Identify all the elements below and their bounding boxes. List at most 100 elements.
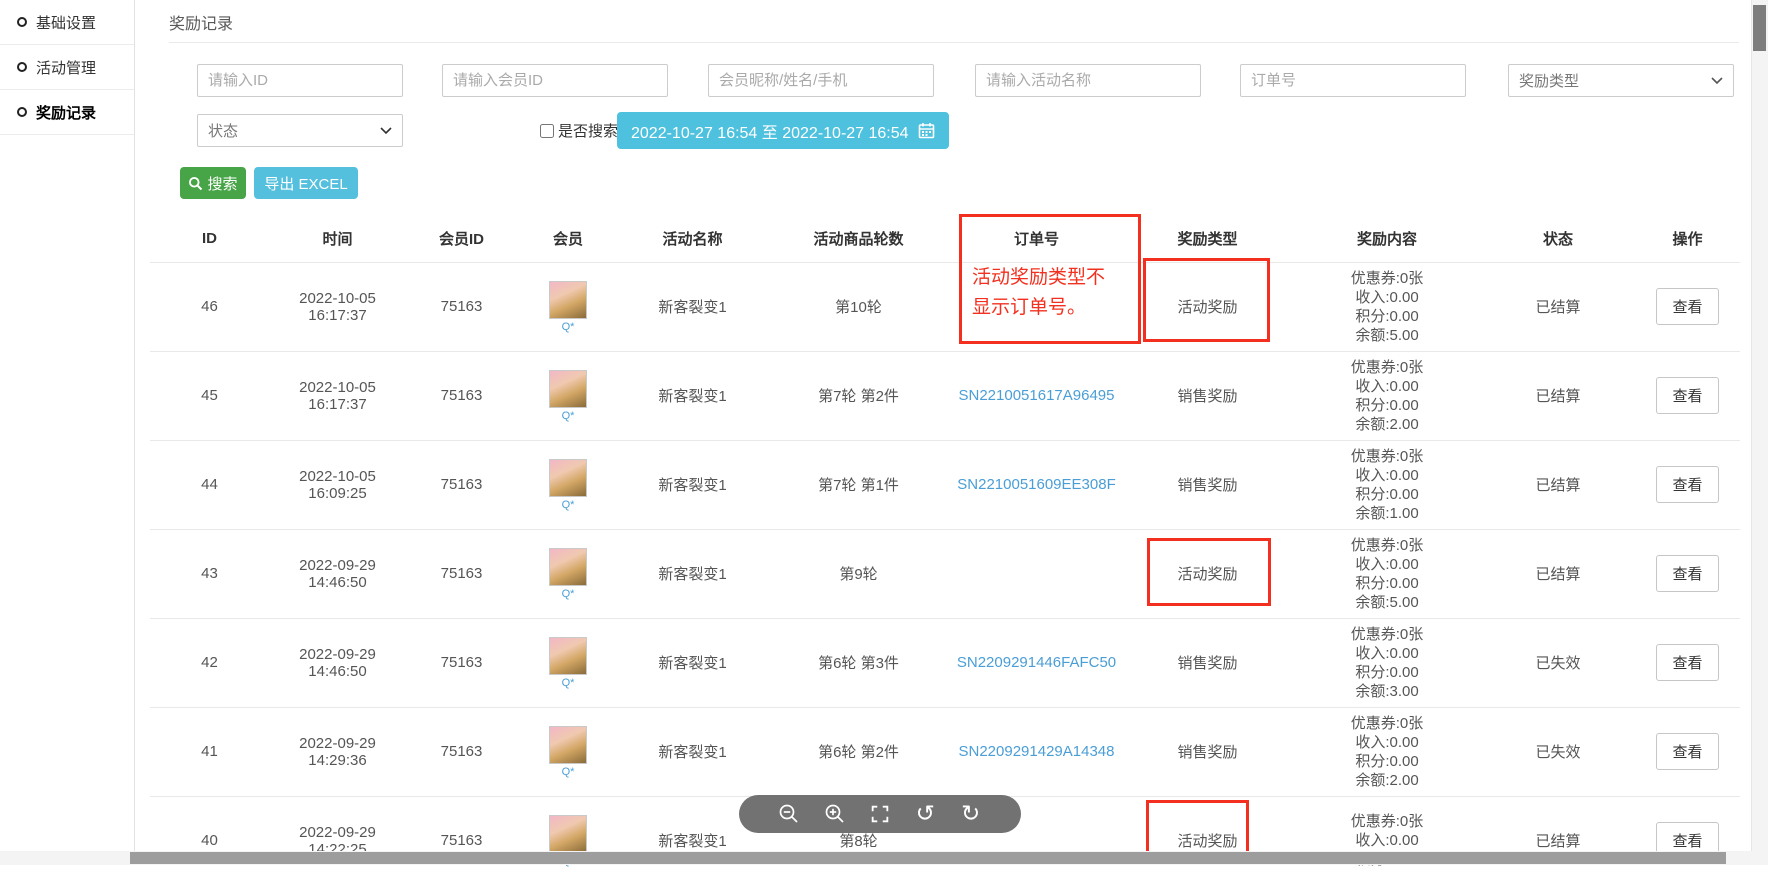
member-avatar[interactable]: [549, 548, 587, 586]
rotate-left-icon[interactable]: ↺: [912, 801, 938, 827]
reward-type-select[interactable]: 奖励类型: [1508, 64, 1734, 97]
cell-status: 已结算: [1481, 440, 1635, 529]
cell-member: Q*: [517, 529, 619, 618]
cell-id: 42: [150, 618, 269, 707]
reward-line: 积分:0.00: [1293, 396, 1481, 415]
export-excel-button[interactable]: 导出 EXCEL: [254, 167, 358, 199]
cell-member-id: 75163: [406, 262, 517, 351]
cell-reward-type: 活动奖励: [1122, 796, 1293, 885]
sidebar-item-label: 活动管理: [36, 57, 96, 78]
column-header: 奖励内容: [1293, 216, 1481, 262]
cell-activity: 新客裂变1: [619, 440, 766, 529]
sidebar-item-reward-records[interactable]: 奖励记录: [0, 90, 134, 135]
order-no-link[interactable]: SN2209291429A14348: [959, 743, 1115, 760]
status-select[interactable]: 状态: [197, 114, 403, 147]
member-avatar[interactable]: [549, 815, 587, 853]
reward-line: 优惠券:0张: [1293, 812, 1481, 831]
sidebar-item-label: 基础设置: [36, 12, 96, 33]
reward-line: 收入:0.00: [1293, 831, 1481, 850]
cell-member-id: 75163: [406, 707, 517, 796]
reward-line: 优惠券:0张: [1293, 625, 1481, 644]
member-nick-link[interactable]: Q*: [562, 588, 575, 600]
cell-round: 第9轮: [766, 529, 951, 618]
cell-status: 已结算: [1481, 262, 1635, 351]
reward-line: 积分:0.00: [1293, 663, 1481, 682]
rotate-right-icon[interactable]: ↻: [958, 801, 984, 827]
vertical-scrollbar[interactable]: [1751, 0, 1768, 865]
cell-member: Q*: [517, 262, 619, 351]
id-input[interactable]: [197, 64, 403, 97]
member-nick-link[interactable]: Q*: [562, 766, 575, 778]
order-no-link[interactable]: SN2210051617A96495: [959, 387, 1115, 404]
table-row: 45 2022-10-05 16:17:37 75163 Q* 新客裂变1 第7…: [150, 351, 1740, 440]
fullscreen-icon[interactable]: [867, 801, 893, 827]
cell-status: 已失效: [1481, 707, 1635, 796]
member-avatar[interactable]: [549, 726, 587, 764]
search-button-label: 搜索: [207, 173, 237, 194]
cell-id: 45: [150, 351, 269, 440]
view-button[interactable]: 查看: [1656, 555, 1718, 592]
cell-action: 查看: [1635, 618, 1740, 707]
cell-activity: 新客裂变1: [619, 529, 766, 618]
records-table: ID 时间 会员ID 会员 活动名称 活动商品轮数 订单号 奖励类型 奖励内容 …: [150, 216, 1740, 885]
horizontal-scrollbar[interactable]: [0, 851, 1768, 865]
horizontal-scrollbar-thumb[interactable]: [130, 852, 1726, 864]
member-name-input[interactable]: [708, 64, 934, 97]
cell-action: 查看: [1635, 351, 1740, 440]
cell-order-no: [951, 529, 1122, 618]
divider: [169, 42, 1739, 43]
order-no-link[interactable]: SN2210051609EE308F: [957, 476, 1115, 493]
zoom-out-icon[interactable]: [776, 801, 802, 827]
member-id-input[interactable]: [442, 64, 668, 97]
activity-name-input[interactable]: [975, 64, 1201, 97]
column-header: 状态: [1481, 216, 1635, 262]
reward-line: 余额:2.00: [1293, 415, 1481, 434]
column-header: 奖励类型: [1122, 216, 1293, 262]
calendar-icon: [918, 122, 935, 139]
reward-line: 收入:0.00: [1293, 644, 1481, 663]
table-row: 42 2022-09-29 14:46:50 75163 Q* 新客裂变1 第6…: [150, 618, 1740, 707]
view-button[interactable]: 查看: [1656, 733, 1718, 770]
reward-line: 优惠券:0张: [1293, 447, 1481, 466]
cell-time: 2022-09-29 14:46:50: [269, 618, 406, 707]
view-button[interactable]: 查看: [1656, 644, 1718, 681]
date-range-button[interactable]: 2022-10-27 16:54 至 2022-10-27 16:54: [617, 112, 949, 149]
reward-line: 余额:2.00: [1293, 771, 1481, 790]
cell-id: 41: [150, 707, 269, 796]
zoom-in-icon[interactable]: [822, 801, 848, 827]
view-button[interactable]: 查看: [1656, 377, 1718, 414]
cell-time: 2022-10-05 16:17:37: [269, 351, 406, 440]
member-avatar[interactable]: [549, 637, 587, 675]
cell-reward-type: 销售奖励: [1122, 351, 1293, 440]
table-header-row: ID 时间 会员ID 会员 活动名称 活动商品轮数 订单号 奖励类型 奖励内容 …: [150, 216, 1740, 262]
search-button[interactable]: 搜索: [180, 167, 246, 199]
reward-line: 余额:1.00: [1293, 504, 1481, 523]
sidebar-item-label: 奖励记录: [36, 102, 96, 123]
sidebar-item-activity-management[interactable]: 活动管理: [0, 45, 134, 90]
member-nick-link[interactable]: Q*: [562, 499, 575, 511]
cell-action: 查看: [1635, 707, 1740, 796]
cell-order-no: SN2209291429A14348: [951, 707, 1122, 796]
member-nick-link[interactable]: Q*: [562, 677, 575, 689]
vertical-scrollbar-thumb[interactable]: [1753, 5, 1766, 51]
reward-line: 收入:0.00: [1293, 555, 1481, 574]
chevron-down-icon: [380, 127, 392, 135]
search-time-checkbox[interactable]: [540, 124, 554, 138]
view-button[interactable]: 查看: [1656, 466, 1718, 503]
cell-action: 查看: [1635, 796, 1740, 885]
column-header: 活动商品轮数: [766, 216, 951, 262]
circle-icon: [17, 107, 27, 117]
cell-id: 46: [150, 262, 269, 351]
member-nick-link[interactable]: Q*: [562, 410, 575, 422]
member-nick-link[interactable]: Q*: [562, 321, 575, 333]
order-no-link[interactable]: SN2209291446FAFC50: [957, 654, 1116, 671]
sidebar-item-basic-settings[interactable]: 基础设置: [0, 0, 134, 45]
order-no-input[interactable]: [1240, 64, 1466, 97]
member-avatar[interactable]: [549, 281, 587, 319]
member-avatar[interactable]: [549, 370, 587, 408]
member-avatar[interactable]: [549, 459, 587, 497]
cell-status: 已结算: [1481, 529, 1635, 618]
view-button[interactable]: 查看: [1656, 288, 1718, 325]
column-header: 操作: [1635, 216, 1740, 262]
cell-member-id: 75163: [406, 351, 517, 440]
